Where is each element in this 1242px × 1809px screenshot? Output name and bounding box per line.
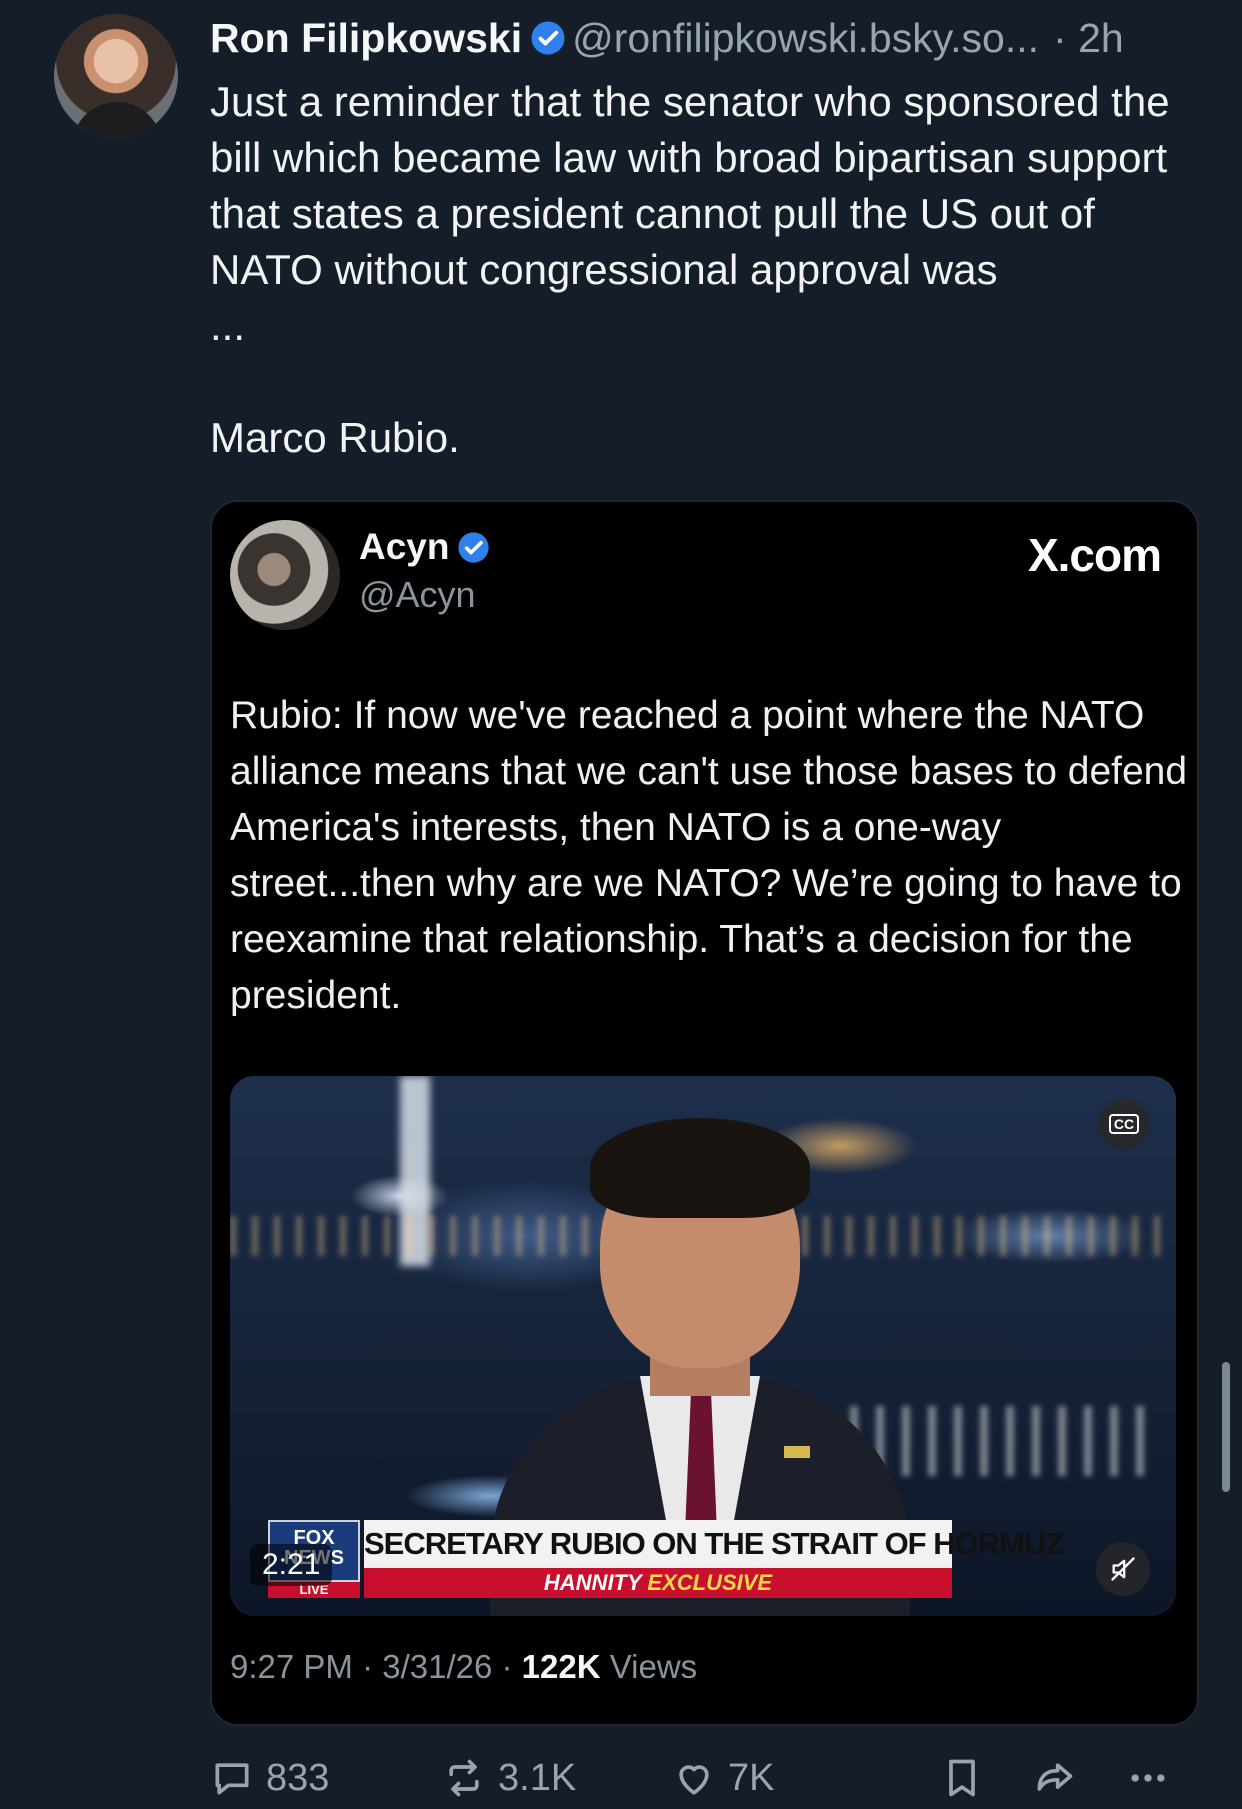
- embed-author-handle: @Acyn: [359, 574, 476, 615]
- author-name[interactable]: Ron Filipkowski: [210, 15, 522, 62]
- embed-source-label: X.com: [1027, 529, 1162, 581]
- speech-bubble-icon: [215, 1763, 249, 1795]
- chyron-subtitle-left: HANNITY: [543, 1570, 642, 1595]
- video-person-hair: [590, 1118, 810, 1218]
- author-handle[interactable]: @ronfilipkowski.bsky.so...: [572, 15, 1039, 62]
- embed-author-name: Acyn: [359, 526, 450, 567]
- post-header: Ron Filipkowski @ronfilipkowski.bsky.so.…: [210, 14, 1195, 62]
- ellipsis-icon: [1131, 1774, 1165, 1782]
- verified-badge-icon: [458, 531, 490, 563]
- video-player[interactable]: CC FOX NEWS LIVE SECRETARY RUBIO ON THE …: [230, 1076, 1176, 1616]
- author-avatar[interactable]: [54, 14, 178, 138]
- chyron-title: SECRETARY RUBIO ON THE STRAIT OF HORMUZ: [364, 1520, 1064, 1568]
- heart-icon: [679, 1765, 709, 1795]
- closed-captions-button[interactable]: CC: [1098, 1098, 1150, 1150]
- verified-badge-icon: [531, 21, 565, 55]
- video-duration: 2:21: [250, 1544, 333, 1586]
- embed-meta: 9:27 PM · 3/31/26 · 122K Views: [230, 1648, 697, 1686]
- post-actions: 833 3.1K 7K: [210, 1756, 1210, 1806]
- embed-timestamp: 9:27 PM · 3/31/26 ·: [230, 1648, 513, 1685]
- embed-author: Acyn: [359, 526, 496, 568]
- chyron-subtitle: HANNITY EXCLUSIVE: [364, 1568, 952, 1598]
- reply-count: 833: [266, 1756, 330, 1799]
- bookmark-button[interactable]: [940, 1756, 996, 1800]
- like-button[interactable]: 7K: [672, 1756, 774, 1800]
- post-text: Just a reminder that the senator who spo…: [210, 78, 1170, 349]
- embed-author-avatar: [230, 520, 340, 630]
- post-sign-off: Marco Rubio.: [210, 414, 460, 461]
- cc-label: CC: [1108, 1114, 1140, 1134]
- embed-views-count: 122K: [521, 1648, 601, 1685]
- embed-text: Rubio: If now we've reached a point wher…: [230, 694, 1188, 1017]
- like-count: 7K: [728, 1756, 775, 1799]
- lapel-pin: [784, 1446, 810, 1458]
- share-button[interactable]: [1032, 1756, 1088, 1800]
- repost-arrows-icon: [449, 1759, 479, 1797]
- reply-button[interactable]: 833: [210, 1756, 329, 1800]
- bookmark-icon: [949, 1759, 975, 1797]
- mute-button[interactable]: [1096, 1542, 1150, 1596]
- news-chyron: FOX NEWS LIVE SECRETARY RUBIO ON THE STR…: [268, 1520, 1064, 1610]
- muted-speaker-icon: [1111, 1557, 1135, 1581]
- post-time[interactable]: · 2h: [1053, 15, 1124, 62]
- chyron-subtitle-right: EXCLUSIVE: [647, 1570, 773, 1595]
- more-options-button[interactable]: [1126, 1756, 1182, 1800]
- repost-button[interactable]: 3.1K: [442, 1756, 576, 1800]
- scrollbar[interactable]: [1222, 1362, 1230, 1492]
- embedded-post-card[interactable]: Acyn @Acyn X.com Rubio: If now we've rea…: [210, 500, 1199, 1726]
- share-arrow-icon: [1037, 1763, 1073, 1791]
- embed-views-label: Views: [609, 1648, 698, 1685]
- video-background-bridge-lights: [850, 1406, 1150, 1476]
- repost-count: 3.1K: [498, 1756, 577, 1799]
